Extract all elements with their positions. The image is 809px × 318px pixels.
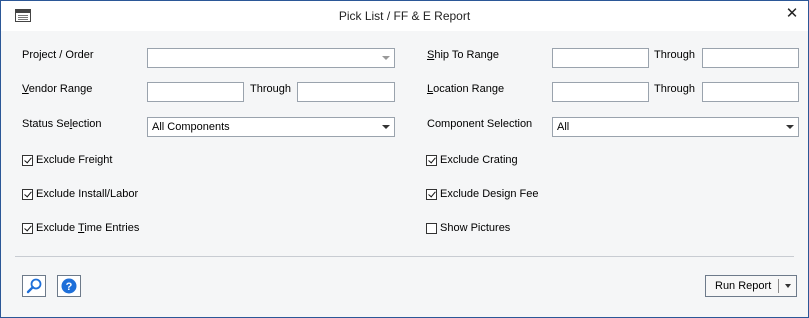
project-order-select[interactable] [147, 48, 395, 68]
ship-to-through-label: Through [654, 49, 695, 61]
exclude-time-entries-checkbox[interactable]: Exclude Time Entries [22, 221, 139, 235]
exclude-freight-label: Exclude Freight [36, 154, 113, 166]
ship-to-range-label: Ship To Range [427, 49, 499, 61]
exclude-design-fee-label: Exclude Design Fee [440, 188, 539, 200]
dialog-window: Pick List / FF & E Report ✕ Project / Or… [0, 0, 809, 318]
checkbox-box[interactable] [22, 154, 33, 166]
search-button[interactable] [22, 275, 46, 297]
help-button[interactable]: ? [57, 275, 81, 297]
vendor-range-label: Vendor Range [22, 83, 92, 95]
show-pictures-label: Show Pictures [440, 222, 511, 234]
ship-to-range-label-rest: hip To Range [434, 49, 499, 61]
status-selection-label-post: ection [72, 118, 102, 130]
status-selection-label: Status Selection [22, 118, 102, 130]
checkbox-box[interactable] [426, 222, 437, 234]
location-from-input[interactable] [552, 82, 649, 102]
status-selection-select[interactable]: All Components [147, 117, 395, 137]
run-report-label: Run Report [715, 280, 772, 292]
vendor-from-input[interactable] [147, 82, 244, 102]
footer-divider [15, 256, 794, 257]
exclude-design-fee-checkbox[interactable]: Exclude Design Fee [426, 187, 538, 201]
status-selection-label-pre: Status Se [22, 118, 70, 130]
exclude-time-label-post: ime Entries [84, 222, 140, 234]
exclude-crating-checkbox[interactable]: Exclude Crating [426, 153, 518, 167]
location-through-input[interactable] [702, 82, 799, 102]
chevron-down-icon [382, 125, 390, 129]
location-range-label: Location Range [427, 83, 504, 95]
location-range-label-rest: ocation Range [433, 83, 505, 95]
status-selection-value: All Components [152, 121, 230, 133]
ship-to-through-input[interactable] [702, 48, 799, 68]
vendor-range-label-rest: endor Range [28, 83, 93, 95]
exclude-install-labor-checkbox[interactable]: Exclude Install/Labor [22, 187, 138, 201]
vendor-through-input[interactable] [297, 82, 395, 102]
window-title: Pick List / FF & E Report [338, 9, 471, 23]
checkbox-box[interactable] [426, 188, 437, 200]
exclude-freight-checkbox[interactable]: Exclude Freight [22, 153, 112, 167]
title-bar: Pick List / FF & E Report ✕ [1, 1, 808, 31]
exclude-crating-label: Exclude Crating [440, 154, 518, 166]
ship-to-from-input[interactable] [552, 48, 649, 68]
close-button[interactable]: ✕ [782, 4, 802, 24]
component-selection-value: All [557, 121, 570, 133]
chevron-down-icon [382, 56, 390, 60]
component-selection-label: Component Selection [427, 118, 533, 130]
chevron-down-icon[interactable] [785, 284, 791, 288]
vendor-through-label: Through [250, 83, 291, 95]
checkbox-box[interactable] [426, 154, 437, 166]
exclude-time-label-pre: Exclude [36, 222, 78, 234]
close-icon: ✕ [785, 5, 799, 22]
help-icon: ? [61, 278, 77, 294]
report-form: Project / Order Ship To Range Through Ve… [1, 32, 808, 317]
run-report-button[interactable]: Run Report [705, 275, 797, 297]
vendor-range-label-mnemonic: V [22, 83, 29, 95]
checkbox-box[interactable] [22, 188, 33, 200]
checkbox-box[interactable] [22, 222, 33, 234]
component-selection-select[interactable]: All [552, 117, 799, 137]
search-icon [26, 278, 42, 294]
exclude-time-entries-label: Exclude Time Entries [36, 222, 139, 234]
svg-text:?: ? [66, 281, 73, 293]
location-through-label: Through [654, 83, 695, 95]
chevron-down-icon [786, 125, 794, 129]
project-order-label: Project / Order [22, 49, 94, 61]
show-pictures-checkbox[interactable]: Show Pictures [426, 221, 510, 235]
exclude-install-labor-label: Exclude Install/Labor [36, 188, 139, 200]
split-divider [778, 279, 779, 293]
